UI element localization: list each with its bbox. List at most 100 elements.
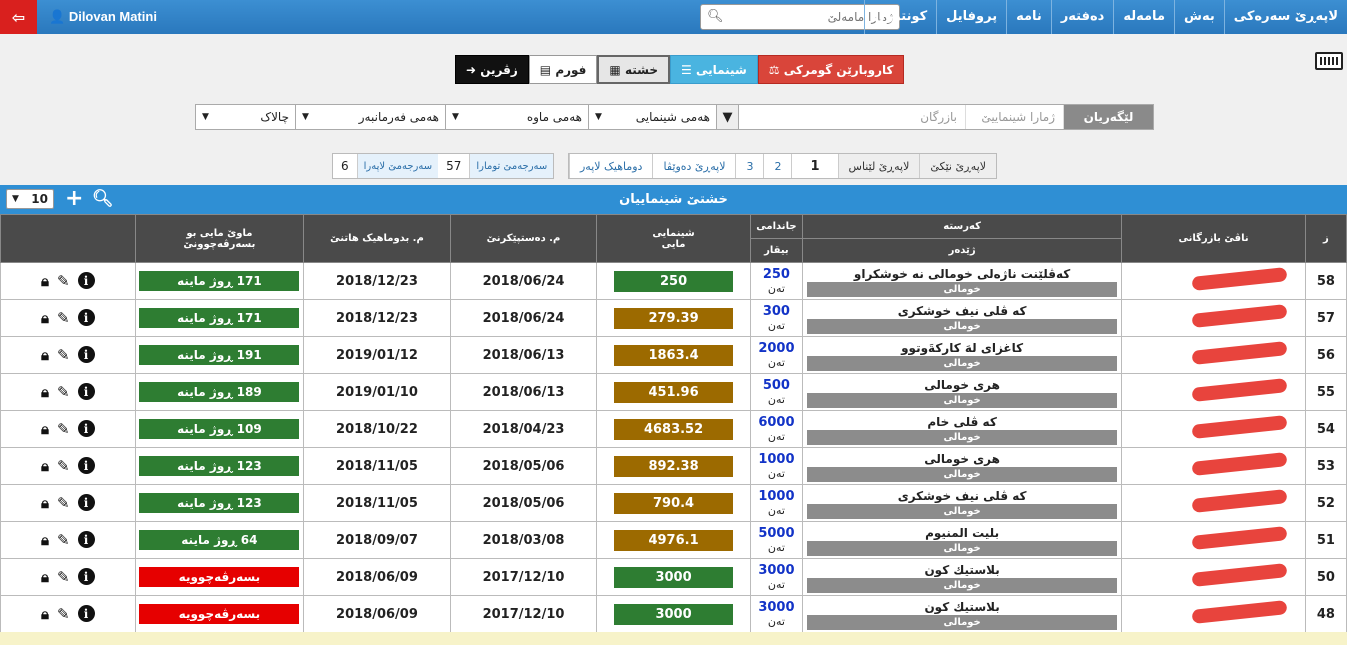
end-date: 2018/10/22	[303, 410, 451, 448]
show-select[interactable]: ▼ هەمی شینمایی	[589, 105, 717, 129]
end-date: 2018/11/05	[303, 484, 451, 522]
value-cell: 3000	[596, 595, 751, 633]
end-date: 2018/06/09	[303, 558, 451, 596]
search-icon: 🔍︎	[707, 9, 724, 24]
goods-name: هری خومالی	[924, 451, 1000, 466]
lock-icon[interactable]: 🔒︎	[41, 531, 49, 549]
nav-home[interactable]: لاپەڕێ سەرەکی	[1223, 0, 1347, 34]
nav-profile[interactable]: پروفایل	[936, 0, 1006, 34]
dropdown-toggle[interactable]: ▼	[717, 105, 739, 129]
info-icon[interactable]: i	[77, 346, 95, 363]
remain-cell: 171 ڕوژ ماینە	[134, 299, 305, 337]
lock-icon[interactable]: 🔒︎	[41, 494, 49, 512]
form-button[interactable]: ▤ فورم	[528, 55, 598, 84]
back-button[interactable]: ➜ زڤرین	[455, 55, 529, 84]
page-prev[interactable]: لاپەڕێ لێناس	[837, 154, 920, 178]
lock-icon[interactable]: 🔒︎	[41, 272, 49, 290]
info-icon[interactable]: i	[77, 272, 95, 289]
lock-icon[interactable]: 🔒︎	[41, 605, 49, 623]
redacted-text	[1191, 526, 1288, 550]
nav-section[interactable]: بەش	[1174, 0, 1224, 34]
qty-unit: تەن	[767, 318, 785, 332]
nav-ledger[interactable]: دەفتەر	[1050, 0, 1114, 34]
lock-icon[interactable]: 🔒︎	[41, 309, 49, 327]
merchant-input[interactable]: بازرگان	[739, 105, 966, 129]
edit-pencil-icon[interactable]: ✎	[57, 605, 70, 623]
qty-cell: 6000 تەن	[749, 410, 804, 448]
page-2[interactable]: 2	[763, 154, 791, 178]
plus-icon[interactable]: +	[65, 186, 83, 211]
end-date: 2018/11/05	[303, 447, 451, 485]
info-icon[interactable]: i	[77, 383, 95, 400]
customs-button[interactable]: ⚖ کاروبارێن گومرکی	[757, 55, 905, 84]
table-row[interactable]: 53 هری خومالی خومالی 1000 تەن 892.38 201…	[0, 447, 1347, 485]
page-size-select[interactable]: ▼ 10	[6, 189, 54, 209]
info-icon[interactable]: i	[77, 420, 95, 437]
table-row[interactable]: 50 بلاستيك كون خومالی 3000 تەن 3000 2017…	[0, 558, 1347, 596]
info-icon[interactable]: i	[77, 568, 95, 585]
logout-button[interactable]: ⇦	[0, 0, 37, 34]
start-date: 2018/06/13	[449, 373, 598, 411]
lock-icon[interactable]: 🔒︎	[41, 457, 49, 475]
info-icon[interactable]: i	[77, 531, 95, 548]
goods-type: خومالی	[807, 318, 1118, 334]
status-select[interactable]: ▼ چالاک	[196, 105, 296, 129]
qty-value: 6000	[758, 414, 795, 430]
lock-icon[interactable]: 🔒︎	[41, 383, 49, 401]
edit-pencil-icon[interactable]: ✎	[57, 531, 70, 549]
goods-type: خومالی	[807, 355, 1118, 371]
page-1[interactable]: 1	[791, 154, 837, 178]
value-cell: 892.38	[596, 447, 751, 485]
lock-icon[interactable]: 🔒︎	[41, 420, 49, 438]
search-icon[interactable]: 🔍︎	[92, 189, 114, 209]
info-icon[interactable]: i	[77, 494, 95, 511]
qty-unit: تەن	[767, 540, 785, 554]
nav-menu: لاپەڕێ سەرەکی بەش مامەلە دەفتەر نامە پرو…	[863, 0, 1347, 34]
keyboard-icon[interactable]	[1315, 52, 1343, 70]
table-row[interactable]: 55 هری خومالی خومالی 500 تەن 451.96 2018…	[0, 373, 1347, 411]
qty-cell: 3000 تەن	[749, 558, 804, 596]
edit-pencil-icon[interactable]: ✎	[57, 457, 70, 475]
search-button[interactable]: لێگەریان	[1064, 105, 1153, 129]
goods-name: کەڤلێنت ناژەلی خومالی نە خوشکراو	[853, 266, 1071, 281]
table-row[interactable]: 58 کەڤلێنت ناژەلی خومالی نە خوشکراو خوما…	[0, 262, 1347, 300]
nav-control[interactable]: کونترول	[863, 0, 936, 34]
table-row[interactable]: 48 بلاستيك كون خومالی 3000 تەن 3000 2017…	[0, 595, 1347, 633]
table-row[interactable]: 56 کاغزای لەَ کارکةَوتوو خومالی 2000 تەن…	[0, 336, 1347, 374]
edit-pencil-icon[interactable]: ✎	[57, 346, 70, 364]
info-icon[interactable]: i	[77, 605, 95, 622]
table-row[interactable]: 54 کە ڤلی خام خومالی 6000 تەن 4683.52 20…	[0, 410, 1347, 448]
info-icon[interactable]: i	[77, 457, 95, 474]
page-first[interactable]: لاپەڕێ نێکێ	[919, 154, 997, 178]
edit-pencil-icon[interactable]: ✎	[57, 309, 70, 327]
redacted-text	[1191, 267, 1288, 291]
page-prev-last[interactable]: لاپەڕێ دەوێڤا	[652, 154, 735, 178]
goods-type: خومالی	[807, 281, 1118, 297]
nav-transaction[interactable]: مامەلە	[1113, 0, 1174, 34]
page-3[interactable]: 3	[735, 154, 763, 178]
edit-pencil-icon[interactable]: ✎	[57, 568, 70, 586]
info-icon[interactable]: i	[77, 309, 95, 326]
nav-letter[interactable]: نامە	[1006, 0, 1051, 34]
edit-pencil-icon[interactable]: ✎	[57, 494, 70, 512]
edit-pencil-icon[interactable]: ✎	[57, 420, 70, 438]
lock-icon[interactable]: 🔒︎	[41, 346, 49, 364]
goods-cell: کەڤلێنت ناژەلی خومالی نە خوشکراو خومالی	[802, 262, 1123, 300]
actions-cell: i ✎ 🔒︎	[0, 447, 136, 485]
start-date: 2017/12/10	[449, 595, 598, 633]
table-row[interactable]: 52 کە ڤلی نیف خوشکری خومالی 1000 تەن 790…	[0, 484, 1347, 522]
table-row[interactable]: 51 بليت المنيوم خومالی 5000 تەن 4976.1 2…	[0, 521, 1347, 559]
user-name[interactable]: 👤 Dilovan Matini	[49, 9, 157, 25]
value-cell: 4976.1	[596, 521, 751, 559]
lock-icon[interactable]: 🔒︎	[41, 568, 49, 586]
remain-badge: 189 ڕوژ ماینە	[139, 382, 300, 402]
show-button[interactable]: ☰ شینمایی	[670, 55, 758, 84]
director-select[interactable]: ▼ هەمی فەرمانبەر	[296, 105, 446, 129]
show-number-input[interactable]: ژمارا شینماییێ	[966, 105, 1064, 129]
period-select[interactable]: ▼ هەمی ماوە	[446, 105, 589, 129]
table-row[interactable]: 57 کە ڤلی نیف خوشکری خومالی 300 تەن 279.…	[0, 299, 1347, 337]
edit-pencil-icon[interactable]: ✎	[57, 272, 70, 290]
table-button[interactable]: ▦ خشتە	[597, 55, 670, 84]
edit-pencil-icon[interactable]: ✎	[57, 383, 70, 401]
page-last[interactable]: دوماهیک لاپەر	[569, 154, 652, 178]
